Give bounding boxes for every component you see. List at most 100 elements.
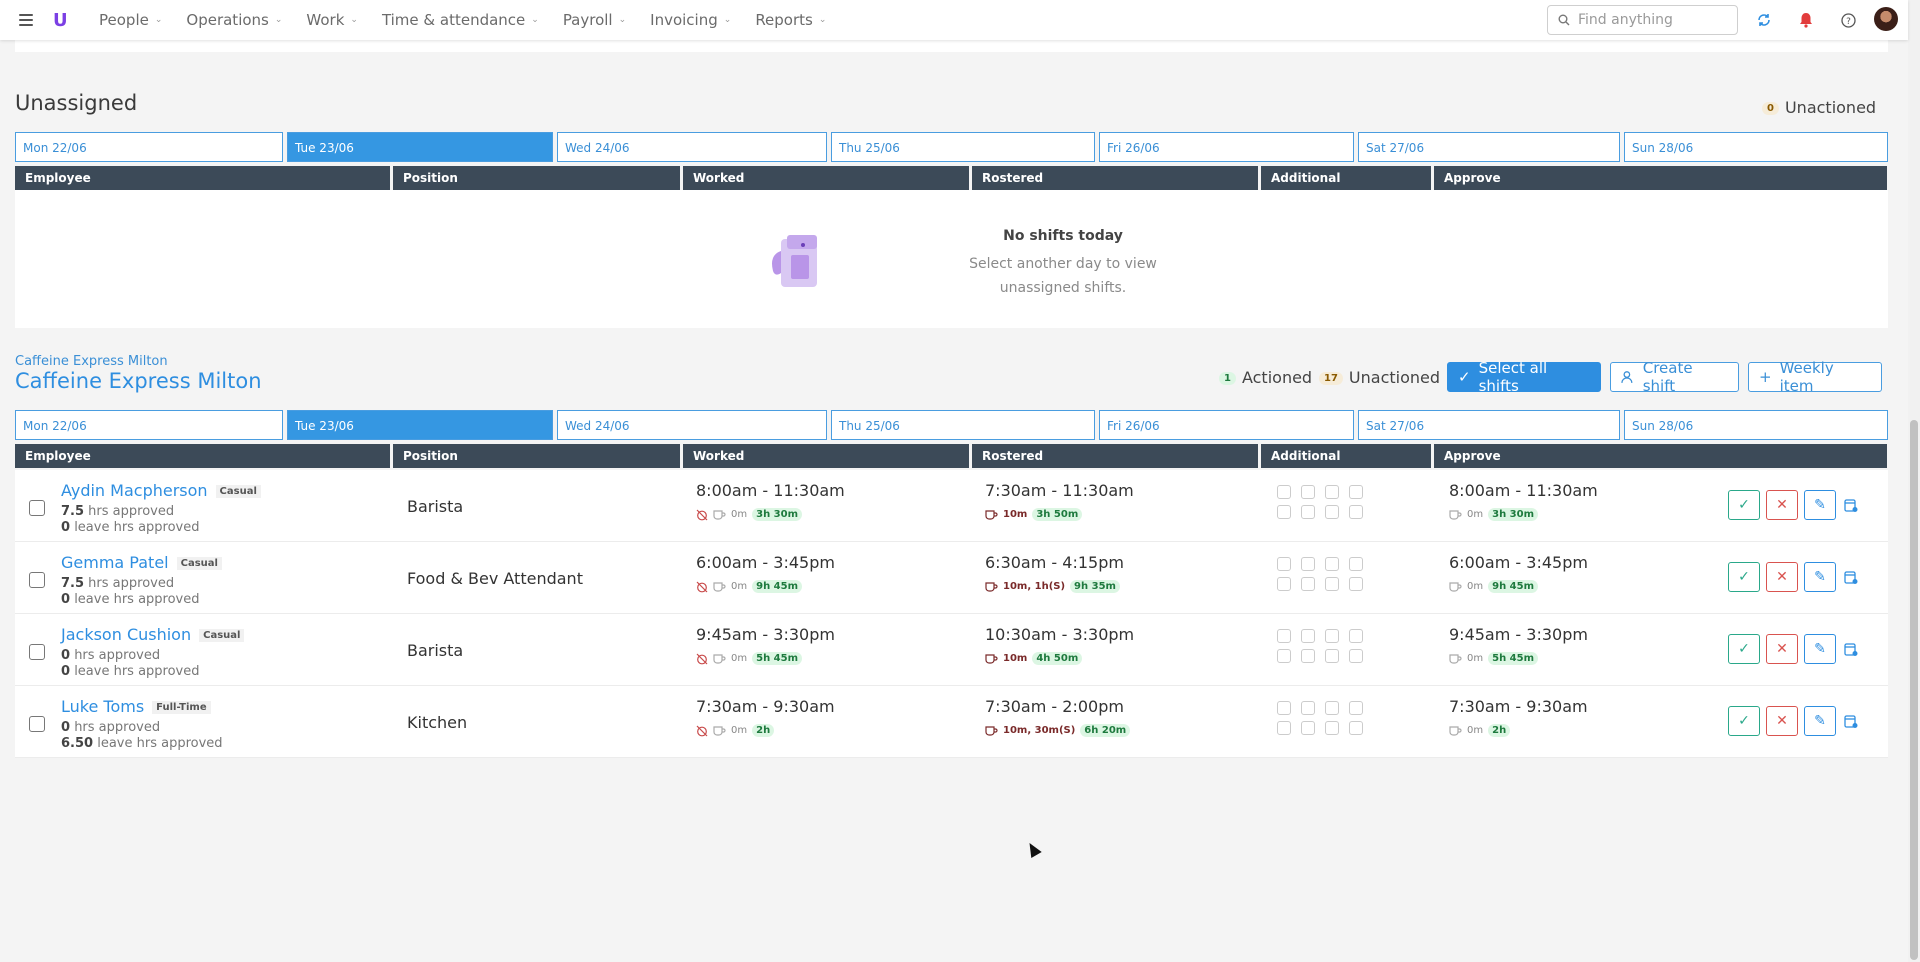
form-icon[interactable] (1325, 629, 1339, 643)
app-logo[interactable]: U (53, 10, 69, 31)
allowance-icon[interactable] (1349, 721, 1363, 735)
timesheet-button[interactable] (1841, 634, 1861, 664)
copy-icon[interactable] (1277, 649, 1291, 663)
col-approve[interactable]: Approve (1434, 444, 1887, 468)
document-icon[interactable] (1349, 701, 1363, 715)
reject-button[interactable]: ✕ (1766, 562, 1798, 592)
employee-name[interactable]: Gemma Patel Casual (61, 553, 222, 572)
breadcrumb[interactable]: Caffeine Express Milton (15, 354, 168, 369)
row-checkbox[interactable] (29, 572, 45, 588)
day-tab-thu[interactable]: Thu 25/06 (831, 410, 1095, 440)
signature-icon[interactable] (1301, 649, 1315, 663)
edit-button[interactable]: ✎ (1804, 706, 1836, 736)
col-worked[interactable]: Worked (683, 444, 969, 468)
notes-icon[interactable] (1325, 505, 1339, 519)
create-shift-button[interactable]: Create shift (1610, 359, 1739, 395)
signature-icon[interactable] (1301, 721, 1315, 735)
help-icon[interactable]: ? (1838, 10, 1858, 30)
row-checkbox[interactable] (29, 500, 45, 516)
edit-button[interactable]: ✎ (1804, 490, 1836, 520)
photo-icon[interactable] (1277, 701, 1291, 715)
menu-invoicing[interactable]: Invoicing ⌄ (638, 11, 743, 29)
employee-name[interactable]: Luke Toms Full-Time (61, 697, 211, 716)
day-tab-fri[interactable]: Fri 26/06 (1099, 410, 1354, 440)
approve-button[interactable]: ✓ (1728, 562, 1760, 592)
row-checkbox[interactable] (29, 716, 45, 732)
col-additional[interactable]: Additional (1261, 444, 1431, 468)
day-tab-mon[interactable]: Mon 22/06 (15, 410, 283, 440)
notes-icon[interactable] (1325, 649, 1339, 663)
col-additional[interactable]: Additional (1261, 166, 1431, 190)
day-tab-fri[interactable]: Fri 26/06 (1099, 132, 1354, 162)
approve-button[interactable]: ✓ (1728, 634, 1760, 664)
col-approve[interactable]: Approve (1434, 166, 1887, 190)
timesheet-button[interactable] (1841, 706, 1861, 736)
form-icon[interactable] (1325, 557, 1339, 571)
notes-icon[interactable] (1325, 577, 1339, 591)
edit-button[interactable]: ✎ (1804, 634, 1836, 664)
menu-payroll[interactable]: Payroll ⌄ (551, 11, 638, 29)
search-box[interactable] (1547, 5, 1738, 35)
comment-icon[interactable] (1301, 485, 1315, 499)
day-tab-wed[interactable]: Wed 24/06 (557, 132, 827, 162)
approve-button[interactable]: ✓ (1728, 490, 1760, 520)
document-icon[interactable] (1349, 485, 1363, 499)
edit-button[interactable]: ✎ (1804, 562, 1836, 592)
signature-icon[interactable] (1301, 505, 1315, 519)
col-employee[interactable]: Employee (15, 166, 390, 190)
day-tab-sun[interactable]: Sun 28/06 (1624, 132, 1888, 162)
scrollbar[interactable] (1908, 0, 1920, 962)
signature-icon[interactable] (1301, 577, 1315, 591)
reject-button[interactable]: ✕ (1766, 490, 1798, 520)
menu-people[interactable]: People ⌄ (87, 11, 174, 29)
allowance-icon[interactable] (1349, 649, 1363, 663)
day-tab-wed[interactable]: Wed 24/06 (557, 410, 827, 440)
day-tab-sat[interactable]: Sat 27/06 (1358, 132, 1620, 162)
copy-icon[interactable] (1277, 505, 1291, 519)
day-tab-thu[interactable]: Thu 25/06 (831, 132, 1095, 162)
copy-icon[interactable] (1277, 721, 1291, 735)
comment-icon[interactable] (1301, 557, 1315, 571)
photo-icon[interactable] (1277, 557, 1291, 571)
menu-work[interactable]: Work ⌄ (294, 11, 370, 29)
avatar[interactable] (1874, 7, 1898, 31)
form-icon[interactable] (1325, 701, 1339, 715)
col-position[interactable]: Position (393, 444, 680, 468)
reject-button[interactable]: ✕ (1766, 634, 1798, 664)
document-icon[interactable] (1349, 629, 1363, 643)
col-rostered[interactable]: Rostered (972, 444, 1258, 468)
day-tab-tue[interactable]: Tue 23/06 (287, 132, 553, 162)
bell-icon[interactable] (1796, 10, 1816, 30)
reject-button[interactable]: ✕ (1766, 706, 1798, 736)
employee-name[interactable]: Jackson Cushion Casual (61, 625, 245, 644)
timesheet-button[interactable] (1841, 562, 1861, 592)
menu-operations[interactable]: Operations ⌄ (174, 11, 294, 29)
menu-time-attendance[interactable]: Time & attendance ⌄ (370, 11, 551, 29)
comment-icon[interactable] (1301, 701, 1315, 715)
scrollbar-thumb[interactable] (1910, 420, 1918, 960)
col-employee[interactable]: Employee (15, 444, 390, 468)
col-rostered[interactable]: Rostered (972, 166, 1258, 190)
row-checkbox[interactable] (29, 644, 45, 660)
photo-icon[interactable] (1277, 485, 1291, 499)
notes-icon[interactable] (1325, 721, 1339, 735)
weekly-item-button[interactable]: + Weekly item (1748, 359, 1882, 395)
timesheet-button[interactable] (1841, 490, 1861, 520)
form-icon[interactable] (1325, 485, 1339, 499)
day-tab-sun[interactable]: Sun 28/06 (1624, 410, 1888, 440)
search-input[interactable] (1578, 12, 1728, 28)
comment-icon[interactable] (1301, 629, 1315, 643)
day-tab-mon[interactable]: Mon 22/06 (15, 132, 283, 162)
allowance-icon[interactable] (1349, 577, 1363, 591)
refresh-icon[interactable] (1754, 10, 1774, 30)
employee-name[interactable]: Aydin Macpherson Casual (61, 481, 261, 500)
col-position[interactable]: Position (393, 166, 680, 190)
photo-icon[interactable] (1277, 629, 1291, 643)
menu-icon[interactable] (19, 14, 33, 26)
day-tab-sat[interactable]: Sat 27/06 (1358, 410, 1620, 440)
allowance-icon[interactable] (1349, 505, 1363, 519)
select-all-shifts-button[interactable]: ✓ Select all shifts (1447, 359, 1601, 395)
document-icon[interactable] (1349, 557, 1363, 571)
col-worked[interactable]: Worked (683, 166, 969, 190)
copy-icon[interactable] (1277, 577, 1291, 591)
